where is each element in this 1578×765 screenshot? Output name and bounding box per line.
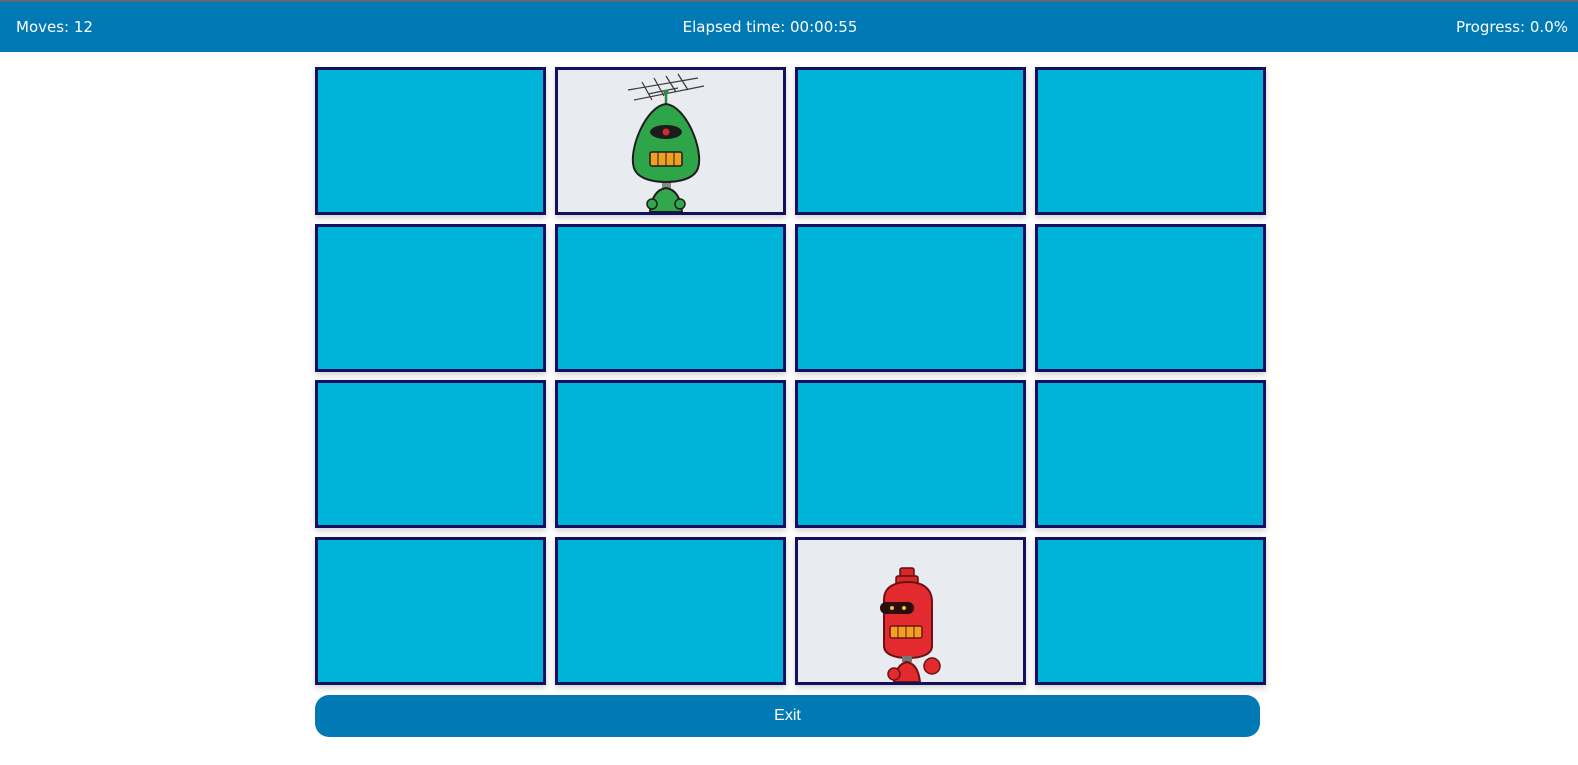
memory-card-face-up[interactable] bbox=[795, 536, 1026, 685]
memory-card-face-down[interactable] bbox=[1035, 536, 1266, 685]
memory-card-face-down[interactable] bbox=[1035, 67, 1266, 215]
card-grid bbox=[315, 67, 1267, 687]
memory-card-face-down[interactable] bbox=[315, 223, 546, 372]
memory-card-face-down[interactable] bbox=[795, 223, 1026, 372]
memory-card-face-down[interactable] bbox=[315, 67, 546, 215]
status-bar: Moves: 12 Elapsed time: 00:00:55 Progres… bbox=[0, 0, 1578, 52]
memory-card-face-up[interactable] bbox=[555, 67, 786, 215]
elapsed-time: Elapsed time: 00:00:55 bbox=[682, 18, 858, 36]
memory-card-face-down[interactable] bbox=[555, 380, 786, 528]
memory-card-face-down[interactable] bbox=[795, 67, 1026, 215]
exit-button[interactable]: Exit bbox=[315, 695, 1260, 737]
memory-card-face-down[interactable] bbox=[555, 536, 786, 685]
progress-indicator: Progress: 0.0% bbox=[1456, 18, 1568, 36]
memory-card-face-down[interactable] bbox=[795, 380, 1026, 528]
memory-card-face-down[interactable] bbox=[315, 536, 546, 685]
memory-card-face-down[interactable] bbox=[315, 380, 546, 528]
memory-card-face-down[interactable] bbox=[1035, 223, 1266, 372]
memory-card-face-down[interactable] bbox=[555, 223, 786, 372]
memory-card-face-down[interactable] bbox=[1035, 380, 1266, 528]
